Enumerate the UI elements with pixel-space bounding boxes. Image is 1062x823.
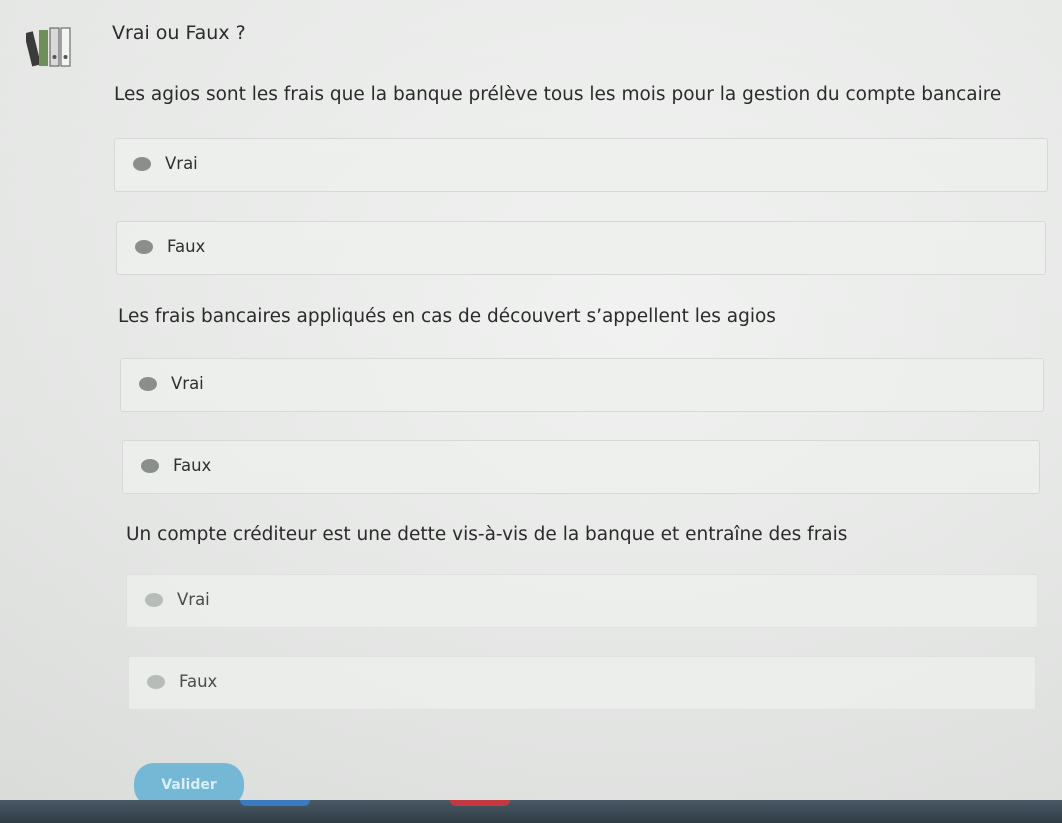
page-title: Vrai ou Faux ? (112, 22, 246, 44)
radio-icon[interactable] (145, 593, 163, 607)
option-label: Faux (179, 672, 218, 691)
radio-icon[interactable] (141, 459, 159, 473)
radio-icon[interactable] (133, 157, 151, 171)
binders-icon (26, 27, 71, 67)
option-label: Vrai (171, 374, 204, 393)
q3-option-vrai[interactable]: Vrai (126, 574, 1038, 628)
q2-option-faux[interactable]: Faux (122, 440, 1040, 494)
option-label: Faux (167, 237, 206, 256)
taskbar (0, 800, 1062, 823)
question-3-text: Un compte créditeur est une dette vis-à-… (126, 524, 848, 545)
option-label: Faux (173, 456, 212, 475)
q3-option-faux[interactable]: Faux (128, 656, 1036, 710)
radio-icon[interactable] (135, 240, 153, 254)
radio-icon[interactable] (139, 377, 157, 391)
q2-option-vrai[interactable]: Vrai (120, 358, 1044, 412)
q1-option-faux[interactable]: Faux (116, 221, 1046, 275)
question-2-text: Les frais bancaires appliqués en cas de … (118, 306, 776, 327)
radio-icon[interactable] (147, 675, 165, 689)
taskbar-item[interactable] (450, 800, 510, 806)
option-label: Vrai (165, 154, 198, 173)
question-1-text: Les agios sont les frais que la banque p… (114, 84, 1002, 105)
q1-option-vrai[interactable]: Vrai (114, 138, 1048, 192)
taskbar-item[interactable] (240, 800, 310, 806)
option-label: Vrai (177, 590, 210, 609)
